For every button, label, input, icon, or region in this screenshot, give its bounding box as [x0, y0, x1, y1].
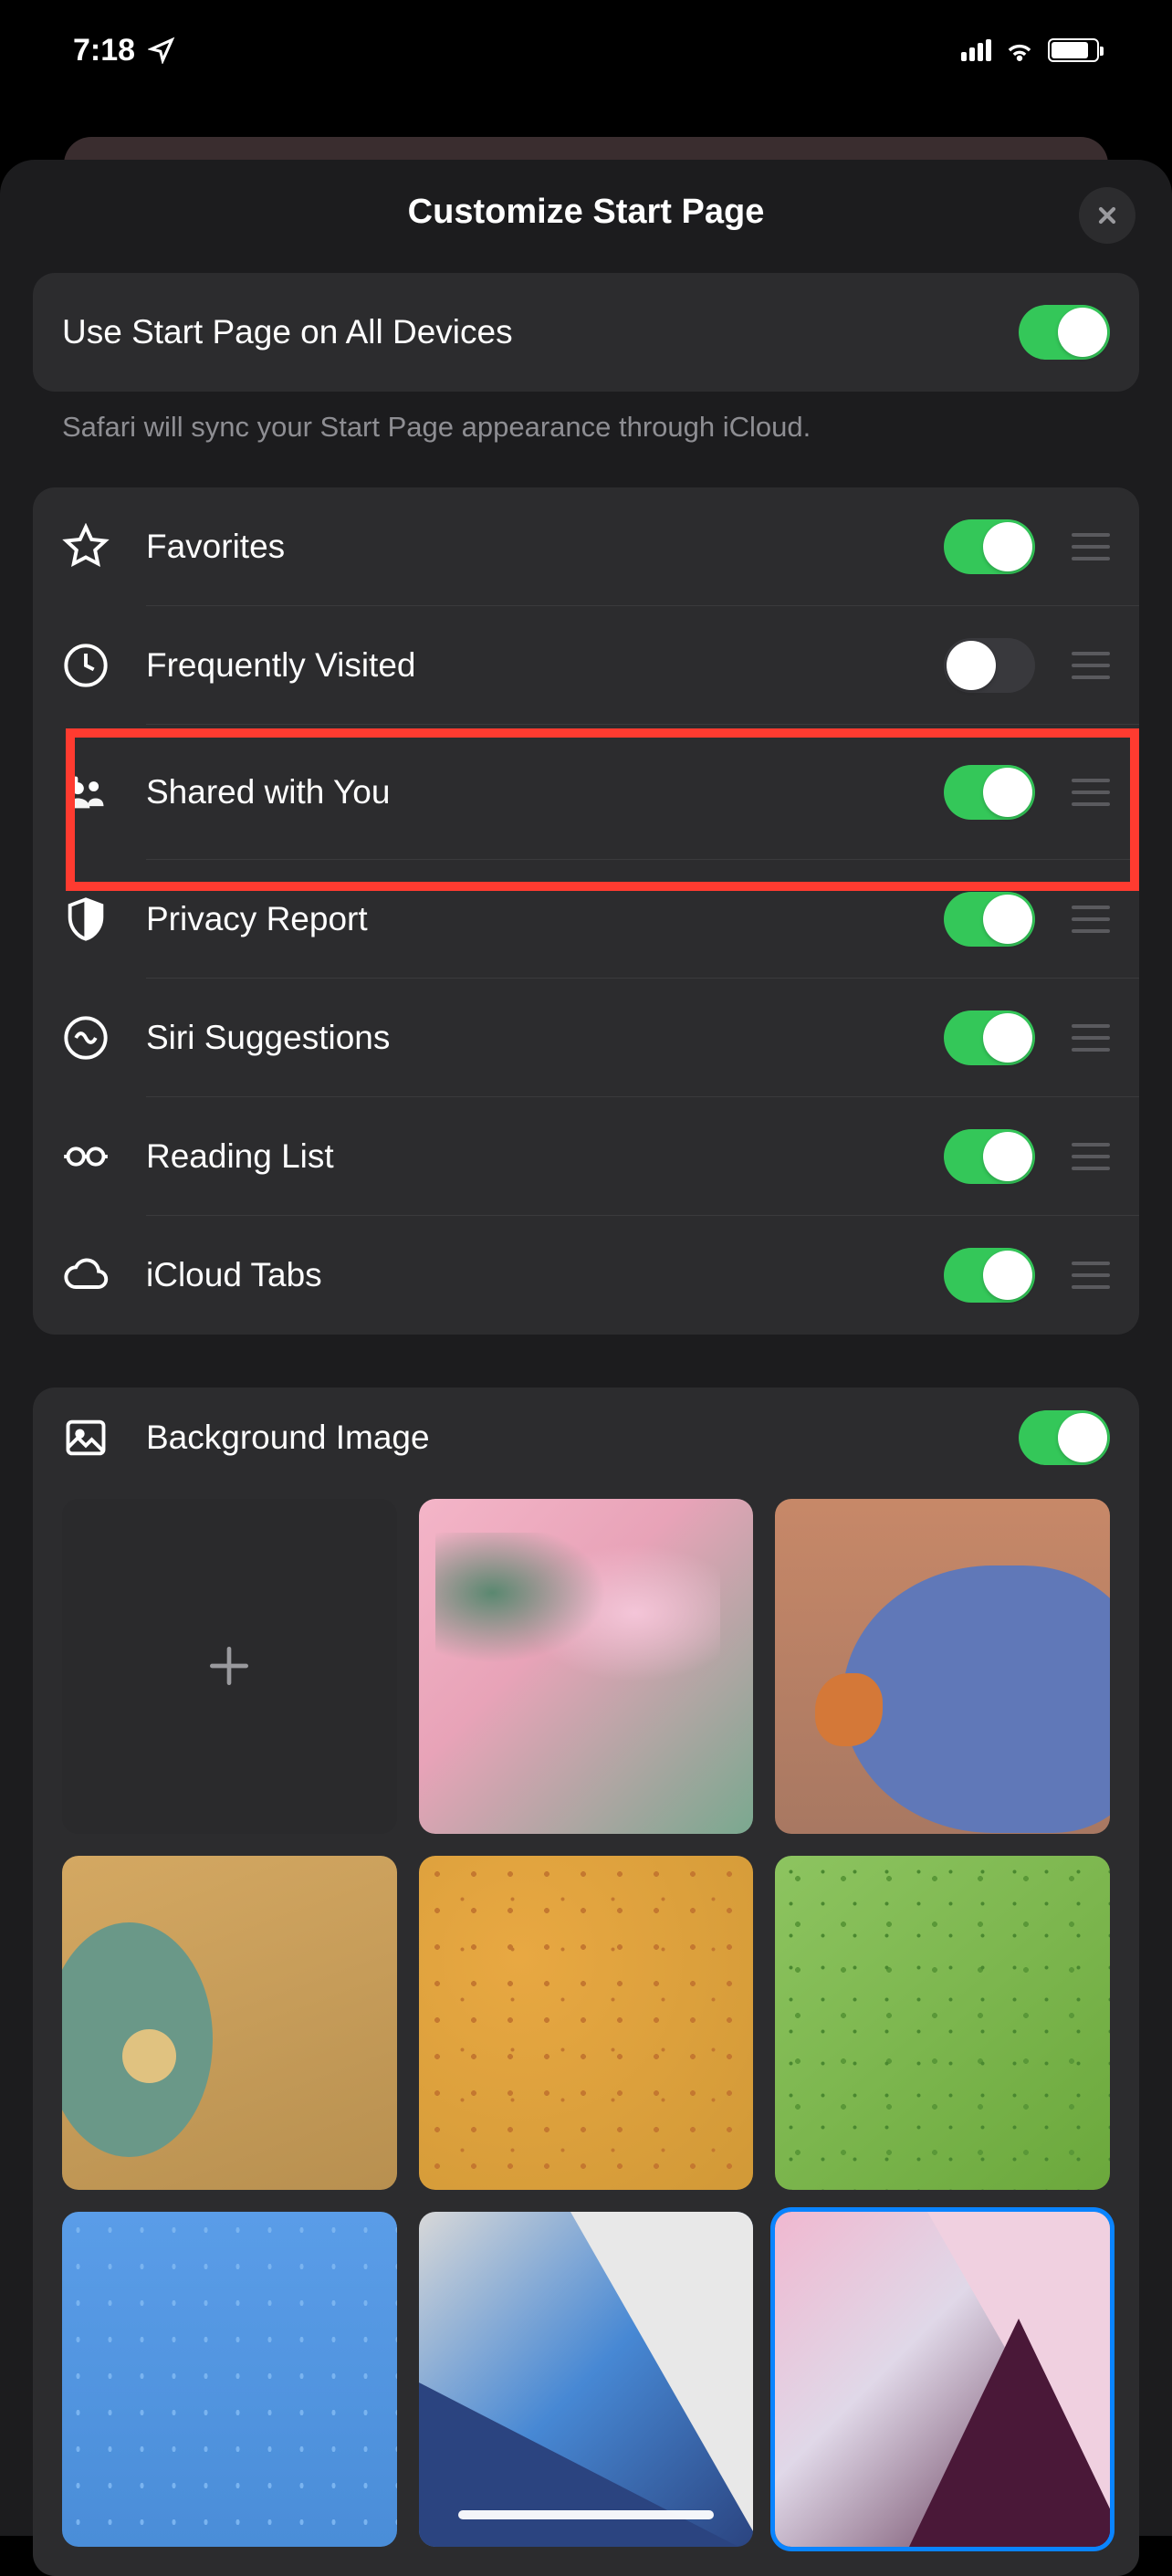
reading-list-toggle[interactable]	[944, 1129, 1035, 1184]
icloud-tabs-toggle[interactable]	[944, 1248, 1035, 1303]
location-icon	[148, 37, 175, 64]
sync-card: Use Start Page on All Devices	[33, 273, 1139, 392]
frequently-visited-row: Frequently Visited	[33, 606, 1139, 725]
items-card: Favorites Frequently Visited Shared with…	[33, 487, 1139, 1335]
drag-handle[interactable]	[1072, 652, 1110, 679]
plus-icon	[204, 1640, 255, 1691]
status-bar: 7:18	[0, 0, 1172, 100]
row-label: Siri Suggestions	[146, 1019, 944, 1057]
drag-handle[interactable]	[1072, 1262, 1110, 1289]
background-tile-8[interactable]	[775, 2212, 1110, 2547]
battery-icon	[1048, 38, 1099, 62]
background-tile-4[interactable]	[419, 1856, 754, 2191]
privacy-report-toggle[interactable]	[944, 892, 1035, 947]
close-icon	[1094, 203, 1120, 228]
home-indicator[interactable]	[458, 2510, 714, 2519]
drag-handle[interactable]	[1072, 1024, 1110, 1052]
row-label: iCloud Tabs	[146, 1256, 944, 1294]
row-label: Favorites	[146, 528, 944, 566]
background-image-row: Background Image	[33, 1387, 1139, 1488]
favorites-row: Favorites	[33, 487, 1139, 606]
row-label: Privacy Report	[146, 900, 944, 938]
background-tile-5[interactable]	[775, 1856, 1110, 2191]
customize-sheet: Customize Start Page Use Start Page on A…	[0, 160, 1172, 2536]
drag-handle[interactable]	[1072, 533, 1110, 560]
siri-icon	[62, 1014, 110, 1062]
drag-handle[interactable]	[1072, 1143, 1110, 1170]
status-right	[961, 38, 1099, 62]
icloud-tabs-row: iCloud Tabs	[33, 1216, 1139, 1335]
shared-icon	[62, 769, 110, 816]
background-tile-7[interactable]	[419, 2212, 754, 2547]
wifi-icon	[1004, 39, 1035, 61]
background-tile-6[interactable]	[62, 2212, 397, 2547]
privacy-report-row: Privacy Report	[33, 860, 1139, 979]
sync-label: Use Start Page on All Devices	[62, 313, 1019, 351]
sheet-title: Customize Start Page	[408, 193, 765, 232]
background-toggle[interactable]	[1019, 1410, 1110, 1465]
frequently-visited-toggle[interactable]	[944, 638, 1035, 693]
drag-handle[interactable]	[1072, 779, 1110, 806]
sheet-header: Customize Start Page	[0, 193, 1172, 273]
sync-footer-text: Safari will sync your Start Page appeara…	[33, 392, 1139, 446]
background-tile-2[interactable]	[775, 1499, 1110, 1834]
glasses-icon	[62, 1133, 110, 1180]
image-icon	[62, 1414, 110, 1461]
close-button[interactable]	[1079, 187, 1135, 244]
background-tile-3[interactable]	[62, 1856, 397, 2191]
status-left: 7:18	[73, 33, 175, 68]
row-label: Frequently Visited	[146, 646, 944, 685]
reading-list-row: Reading List	[33, 1097, 1139, 1216]
background-section: Background Image	[33, 1387, 1139, 2576]
siri-suggestions-toggle[interactable]	[944, 1011, 1035, 1065]
row-label: Background Image	[146, 1419, 1019, 1457]
shield-icon	[62, 895, 110, 943]
siri-suggestions-row: Siri Suggestions	[33, 979, 1139, 1097]
shared-with-you-toggle[interactable]	[944, 765, 1035, 820]
background-card: Background Image	[33, 1387, 1139, 2576]
sync-toggle[interactable]	[1019, 305, 1110, 360]
row-label: Shared with You	[146, 773, 944, 812]
drag-handle[interactable]	[1072, 906, 1110, 933]
clock-icon	[62, 642, 110, 689]
sync-all-devices-row: Use Start Page on All Devices	[33, 273, 1139, 392]
row-label: Reading List	[146, 1137, 944, 1176]
star-icon	[62, 523, 110, 571]
sync-section: Use Start Page on All Devices Safari wil…	[33, 273, 1139, 446]
background-tile-1[interactable]	[419, 1499, 754, 1834]
background-grid	[33, 1488, 1139, 2547]
items-section: Favorites Frequently Visited Shared with…	[33, 487, 1139, 1335]
favorites-toggle[interactable]	[944, 519, 1035, 574]
add-background-button[interactable]	[62, 1499, 397, 1834]
cellular-icon	[961, 39, 991, 61]
shared-with-you-row: Shared with You	[33, 725, 1139, 860]
cloud-icon	[62, 1251, 110, 1299]
status-time: 7:18	[73, 33, 135, 68]
